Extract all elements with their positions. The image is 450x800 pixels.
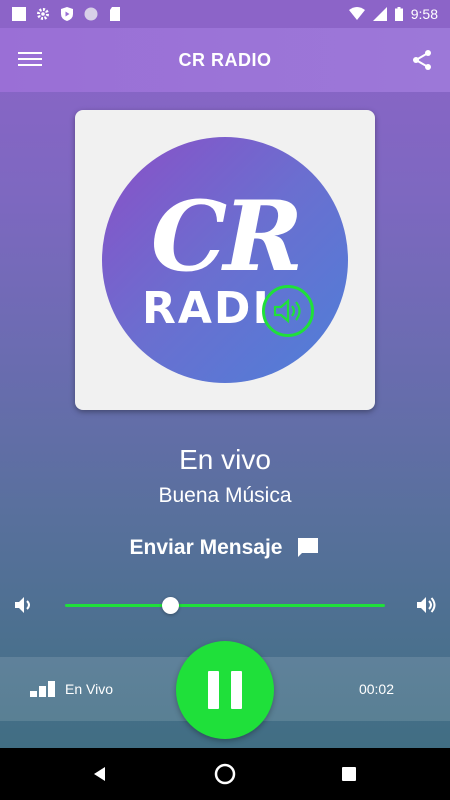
back-icon[interactable]	[90, 764, 110, 784]
now-playing-title: En vivo	[179, 444, 271, 475]
station-artwork: CR RADI	[75, 110, 375, 410]
system-nav-bar	[0, 748, 450, 800]
gear-icon	[37, 8, 49, 20]
circle-icon	[84, 7, 98, 21]
logo-text-cr: CR	[150, 180, 303, 293]
square-icon	[12, 7, 26, 21]
now-playing-subtitle: Buena Música	[158, 484, 292, 507]
app-title: CR RADIO	[178, 49, 272, 70]
pause-icon	[208, 671, 242, 709]
shield-play-icon	[61, 7, 73, 21]
chat-bubble-icon	[298, 538, 319, 557]
status-bar: 9:58	[0, 0, 450, 28]
share-icon[interactable]	[410, 48, 434, 72]
app-screen: 9:58 CR RADIO CR RADI En vivo Buena Músi…	[0, 0, 450, 800]
live-indicator: En Vivo	[30, 681, 113, 697]
volume-down-icon[interactable]	[12, 593, 36, 617]
wifi-icon	[348, 7, 365, 20]
volume-slider-track[interactable]	[65, 604, 385, 607]
logo-text-radio: RADI	[142, 283, 271, 334]
recent-apps-icon[interactable]	[340, 765, 358, 783]
app-bar: CR RADIO	[0, 28, 450, 92]
volume-up-icon[interactable]	[414, 593, 438, 617]
station-logo: CR RADI	[102, 137, 348, 383]
play-pause-button[interactable]	[176, 641, 274, 739]
equalizer-icon	[30, 681, 55, 697]
volume-slider-thumb[interactable]	[162, 597, 180, 614]
send-message-button[interactable]: Enviar Mensaje	[0, 536, 450, 560]
battery-icon	[394, 7, 403, 21]
elapsed-time: 00:02	[358, 681, 394, 697]
signal-icon	[372, 7, 387, 21]
live-label: En Vivo	[65, 681, 113, 697]
home-icon[interactable]	[214, 763, 236, 785]
status-time: 9:58	[410, 6, 438, 22]
sd-card-icon	[110, 7, 120, 21]
volume-control	[0, 590, 450, 620]
send-message-label: Enviar Mensaje	[129, 536, 283, 559]
speaker-icon	[262, 285, 314, 337]
